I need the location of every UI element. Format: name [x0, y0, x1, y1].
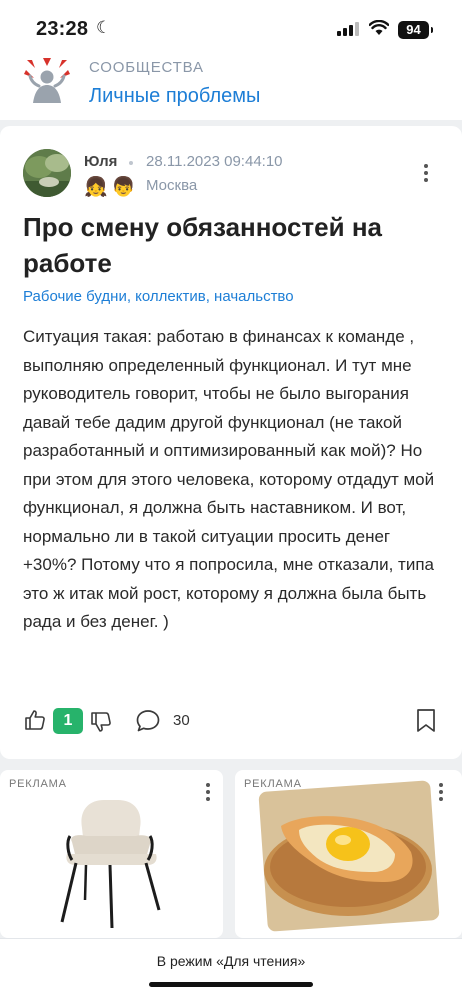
post-tags[interactable]: Рабочие будни, коллектив, начальство: [23, 288, 294, 305]
reader-mode-bar[interactable]: В режим «Для чтения»: [0, 938, 462, 1000]
rating-score: 1: [53, 708, 83, 734]
home-indicator: [149, 982, 313, 987]
bookmark-icon[interactable]: [415, 708, 437, 734]
community-header: СООБЩЕСТВА Личные проблемы: [0, 50, 462, 120]
khachapuri-image: [258, 780, 440, 932]
community-name-link[interactable]: Личные проблемы: [89, 85, 260, 108]
community-logo-icon[interactable]: [22, 56, 72, 108]
post-title: Про смену обязанностей на работе: [23, 212, 382, 278]
author-badges: 👧👦: [84, 175, 139, 199]
reader-mode-link[interactable]: В режим «Для чтения»: [0, 953, 462, 969]
author-name[interactable]: Юля: [84, 153, 117, 170]
post-date: 28.11.2023 09:44:10: [146, 153, 283, 170]
moon-icon: ☾: [96, 18, 112, 37]
comment-count[interactable]: 30: [173, 712, 190, 729]
meta-separator: [129, 161, 133, 165]
battery-tip: [431, 27, 433, 33]
boy-badge: 👦: [111, 177, 140, 198]
girl-badge: 👧: [84, 177, 112, 198]
signal-icon: [337, 22, 359, 36]
comment-icon[interactable]: [135, 708, 161, 734]
ad-block-food[interactable]: РЕКЛАМА: [235, 770, 462, 938]
wifi-icon: [369, 20, 389, 35]
avatar-photo: [23, 149, 71, 197]
chair-image: [60, 800, 161, 929]
thumbs-down-icon[interactable]: [89, 710, 113, 734]
post-actions: 1 30: [23, 706, 443, 740]
post-body: Ситуация такая: работаю в финансах к ком…: [23, 327, 435, 631]
more-options-icon[interactable]: [416, 161, 436, 183]
thumbs-up-icon[interactable]: [23, 708, 47, 732]
status-bar: 23:28 ☾ 94: [0, 0, 462, 50]
status-time: 23:28: [36, 18, 89, 40]
battery-indicator: 94: [398, 21, 429, 39]
ad-block-chair[interactable]: РЕКЛАМА: [0, 770, 223, 938]
author-location: Москва: [146, 177, 198, 194]
post-card: Юля 28.11.2023 09:44:10 👧👦 Москва Про см…: [0, 126, 462, 759]
author-avatar[interactable]: [23, 149, 71, 197]
section-label: СООБЩЕСТВА: [89, 59, 204, 76]
